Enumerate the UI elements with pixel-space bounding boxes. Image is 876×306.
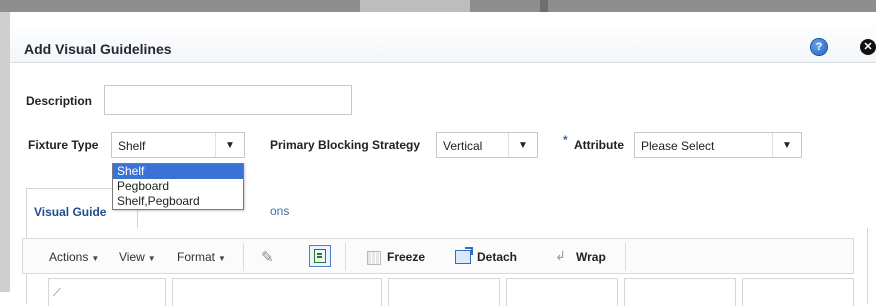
caret-down-icon: ▼ [147,254,156,263]
dialog-titlebar: Add Visual Guidelines ? ✕ [10,20,876,63]
table-header-cell[interactable] [742,278,854,306]
primary-blocking-label: Primary Blocking Strategy [270,138,421,152]
fixture-type-option[interactable]: Pegboard [113,179,243,194]
background-strip-segment [360,0,470,12]
chevron-down-icon[interactable]: ▼ [772,133,801,157]
resize-icon: ⟋ [53,287,61,299]
fixture-type-option[interactable]: Shelf [113,164,243,179]
freeze-icon[interactable] [367,251,381,265]
tab-visual-guidelines-label: Visual Guide [34,205,107,219]
attribute-value: Please Select [641,139,715,153]
fixture-type-label: Fixture Type [28,138,99,152]
actions-menu[interactable]: Actions ▼ [49,250,99,264]
primary-blocking-select[interactable]: Vertical ▼ [436,132,538,158]
primary-blocking-value: Vertical [443,139,483,153]
table-header-row: ⟋ [22,278,854,306]
fixture-type-dropdown-list: Shelf Pegboard Shelf,Pegboard [112,163,244,210]
view-menu-label: View [119,250,145,264]
toolbar-separator [243,243,244,271]
freeze-button[interactable]: Freeze [387,250,425,264]
attribute-label: Attribute [574,138,624,152]
actions-menu-label: Actions [49,250,89,264]
fixture-type-value: Shelf [118,139,146,153]
add-visual-guidelines-dialog: Add Visual Guidelines ? ✕ Description Fi… [10,12,876,306]
attribute-select[interactable]: Please Select ▼ [634,132,802,158]
table-header-cell[interactable]: ⟋ [48,278,166,306]
table-header-cell[interactable] [388,278,500,306]
detach-icon[interactable] [455,247,473,264]
required-marker: * [563,133,568,147]
toolbar-separator [625,243,626,271]
wrap-icon[interactable]: ↲ [555,248,566,264]
fixture-type-select[interactable]: Shelf ▼ [111,132,245,158]
description-label: Description [26,94,93,108]
chevron-down-icon[interactable]: ▼ [215,133,244,157]
table-header-cell[interactable] [506,278,618,306]
background-strip-divider [540,0,548,12]
tab-second[interactable]: ons [270,204,289,218]
background-window-edge [0,12,10,292]
dialog-title: Add Visual Guidelines [24,41,172,57]
format-menu-label: Format [177,250,216,264]
table-header-cell[interactable] [624,278,736,306]
view-menu[interactable]: View ▼ [119,250,156,264]
help-icon[interactable]: ? [811,39,827,55]
description-input[interactable] [104,85,352,115]
toolbar-separator [345,243,346,271]
edit-record-icon[interactable] [309,245,331,267]
wrap-button[interactable]: Wrap [576,250,606,264]
detach-button[interactable]: Detach [477,250,517,264]
format-menu[interactable]: Format ▼ [177,250,226,264]
fixture-type-option[interactable]: Shelf,Pegboard [113,194,243,209]
pencil-icon[interactable]: ✎ [261,248,274,266]
table-toolbar: Actions ▼ View ▼ Format ▼ ✎ Freeze Detach ↲… [22,238,854,274]
caret-down-icon: ▼ [91,254,100,263]
close-icon[interactable]: ✕ [860,39,876,55]
caret-down-icon: ▼ [218,254,226,263]
table-header-cell[interactable] [172,278,382,306]
chevron-down-icon[interactable]: ▼ [508,133,537,157]
background-window-strip [0,0,876,12]
